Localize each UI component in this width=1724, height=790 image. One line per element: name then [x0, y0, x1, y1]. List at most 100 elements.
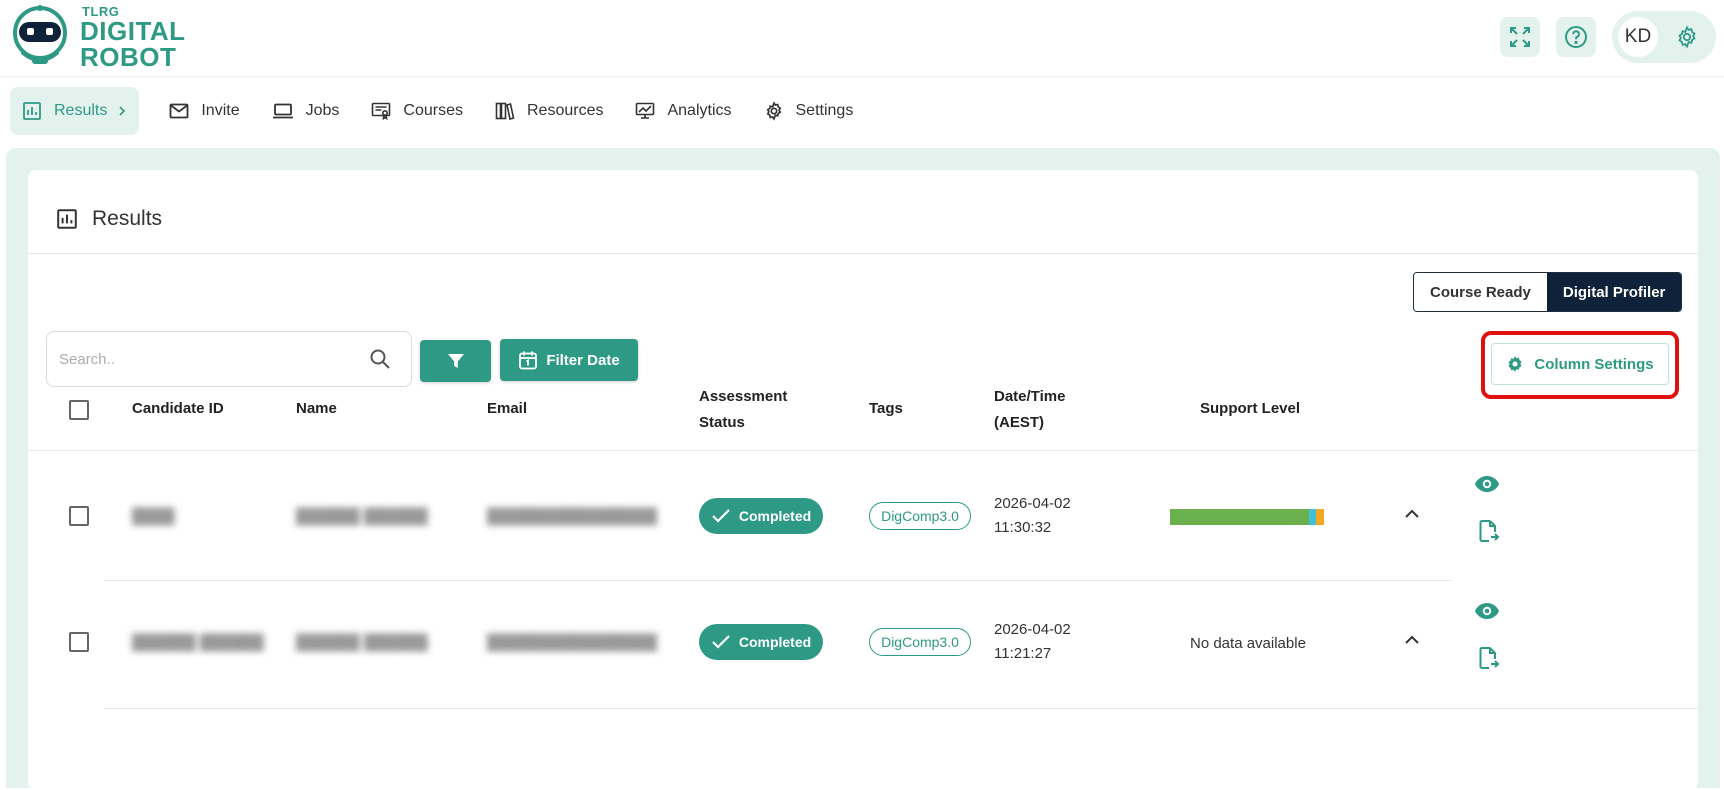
time-value: 11:30:32: [994, 519, 1052, 536]
filter-button[interactable]: [420, 340, 491, 382]
column-header-status-line-1: Assessment: [699, 388, 788, 405]
nav-item-settings[interactable]: Settings: [752, 87, 866, 135]
certificate-icon: [372, 102, 391, 120]
export-file-icon[interactable]: [1478, 646, 1500, 670]
search-input[interactable]: [59, 348, 349, 370]
check-icon: [712, 509, 730, 523]
filter-date-label: Filter Date: [546, 351, 620, 369]
column-header-name[interactable]: Name: [296, 396, 337, 422]
status-badge-label: Completed: [738, 508, 812, 524]
books-icon: [495, 102, 515, 120]
brand-wordmark: TLRG DIGITAL ROBOT: [80, 4, 186, 70]
divider: [28, 253, 1698, 254]
view-eye-icon[interactable]: [1474, 602, 1500, 620]
search-box: [46, 331, 412, 387]
brand-line-2: ROBOT: [80, 42, 177, 72]
row-divider: [104, 580, 1452, 581]
view-eye-icon[interactable]: [1474, 475, 1500, 493]
candidate-id-redacted: ██████ ██████: [132, 634, 264, 651]
datetime-cell: 2026-04-02 11:21:27: [994, 618, 1071, 666]
column-header-tags[interactable]: Tags: [869, 396, 903, 422]
mail-icon: [169, 103, 189, 119]
laptop-icon: [272, 103, 293, 119]
email-redacted: ████████████████: [487, 634, 658, 651]
fullscreen-button[interactable]: [1500, 17, 1540, 57]
column-header-assessment-status[interactable]: Assessment Status: [699, 384, 787, 436]
nav-label-resources: Resources: [526, 102, 604, 119]
tag-chip[interactable]: DigComp3.0: [869, 502, 971, 530]
chevron-right-icon: [119, 106, 126, 116]
nav-label-settings: Settings: [795, 102, 854, 119]
brand-line-1: DIGITAL: [80, 16, 186, 46]
chevron-up-icon[interactable]: [1404, 634, 1420, 646]
column-settings-button[interactable]: Column Settings: [1491, 343, 1669, 385]
status-badge-label: Completed: [738, 634, 812, 650]
support-level-empty: No data available: [1190, 635, 1306, 652]
select-all-checkbox[interactable]: [69, 400, 89, 420]
toggle-course-ready[interactable]: Course Ready: [1414, 273, 1547, 311]
column-header-support-level[interactable]: Support Level: [1200, 396, 1300, 422]
export-file-icon[interactable]: [1478, 519, 1500, 543]
bar-chart-icon: [23, 102, 41, 120]
check-icon: [712, 635, 730, 649]
brand-logo[interactable]: TLRG DIGITAL ROBOT: [8, 4, 186, 70]
help-button[interactable]: [1556, 17, 1596, 57]
nav-item-invite[interactable]: Invite: [157, 87, 251, 135]
column-header-email[interactable]: Email: [487, 396, 527, 422]
nav-item-jobs[interactable]: Jobs: [260, 87, 352, 135]
date-value: 2026-04-02: [994, 495, 1071, 512]
nav-item-courses[interactable]: Courses: [359, 87, 475, 135]
user-menu[interactable]: KD: [1612, 11, 1716, 63]
profile-toggle: Course Ready Digital Profiler: [1413, 272, 1683, 312]
column-header-candidate-id[interactable]: Candidate ID: [132, 396, 224, 422]
toggle-digital-profiler[interactable]: Digital Profiler: [1546, 273, 1682, 311]
column-header-status-line-2: Status: [699, 414, 745, 431]
results-card: Results Course Ready Digital Profiler Fi…: [28, 170, 1698, 790]
funnel-icon: [447, 354, 464, 368]
name-redacted: ██████ ██████: [296, 508, 428, 525]
column-settings-label: Column Settings: [1534, 355, 1654, 373]
gear-icon[interactable]: [1675, 25, 1699, 49]
datetime-cell: 2026-04-02 11:30:32: [994, 492, 1071, 540]
tag-chip[interactable]: DigComp3.0: [869, 628, 971, 656]
fullscreen-icon: [1510, 27, 1530, 47]
help-icon: [1565, 26, 1587, 48]
time-value: 11:21:27: [994, 645, 1052, 662]
chevron-up-icon[interactable]: [1404, 508, 1420, 520]
column-header-datetime[interactable]: Date/Time (AEST): [994, 384, 1065, 436]
name-redacted: ██████ ██████: [296, 634, 428, 651]
candidate-id-redacted: ████: [132, 508, 175, 525]
nav-label-courses: Courses: [403, 102, 463, 119]
email-redacted: ████████████████: [487, 508, 658, 525]
calendar-icon: [519, 351, 538, 370]
column-header-datetime-line-1: Date/Time: [994, 388, 1066, 405]
avatar[interactable]: KD: [1618, 17, 1658, 57]
bar-chart-icon: [57, 209, 77, 229]
search-icon[interactable]: [369, 348, 391, 370]
column-header-datetime-line-2: (AEST): [994, 414, 1044, 431]
nav-label-analytics: Analytics: [667, 102, 732, 119]
nav-label-results: Results: [54, 102, 108, 119]
gear-icon: [766, 101, 781, 121]
row-checkbox[interactable]: [69, 632, 89, 652]
date-value: 2026-04-02: [994, 621, 1071, 638]
nav-item-results[interactable]: Results: [10, 87, 140, 135]
support-level-segment: [1316, 509, 1324, 525]
page-title-text: Results: [92, 207, 163, 230]
header-divider: [28, 450, 1698, 451]
row-divider: [104, 708, 1698, 709]
page-title: Results: [56, 207, 162, 231]
nav-label-invite: Invite: [201, 102, 240, 119]
nav-item-resources[interactable]: Resources: [483, 87, 615, 135]
status-badge: Completed: [699, 498, 823, 534]
monitor-chart-icon: [636, 102, 655, 119]
nav-label-jobs: Jobs: [305, 102, 340, 119]
filter-date-button[interactable]: Filter Date: [500, 339, 638, 381]
gear-icon: [1508, 356, 1523, 372]
main-nav: Results Invite Jobs Courses Resources An…: [10, 87, 865, 135]
robot-logo-icon: [13, 5, 67, 64]
support-level-segment: [1308, 509, 1317, 525]
nav-item-analytics[interactable]: Analytics: [623, 87, 743, 135]
row-checkbox[interactable]: [69, 506, 89, 526]
support-level-bar: [1170, 509, 1324, 525]
